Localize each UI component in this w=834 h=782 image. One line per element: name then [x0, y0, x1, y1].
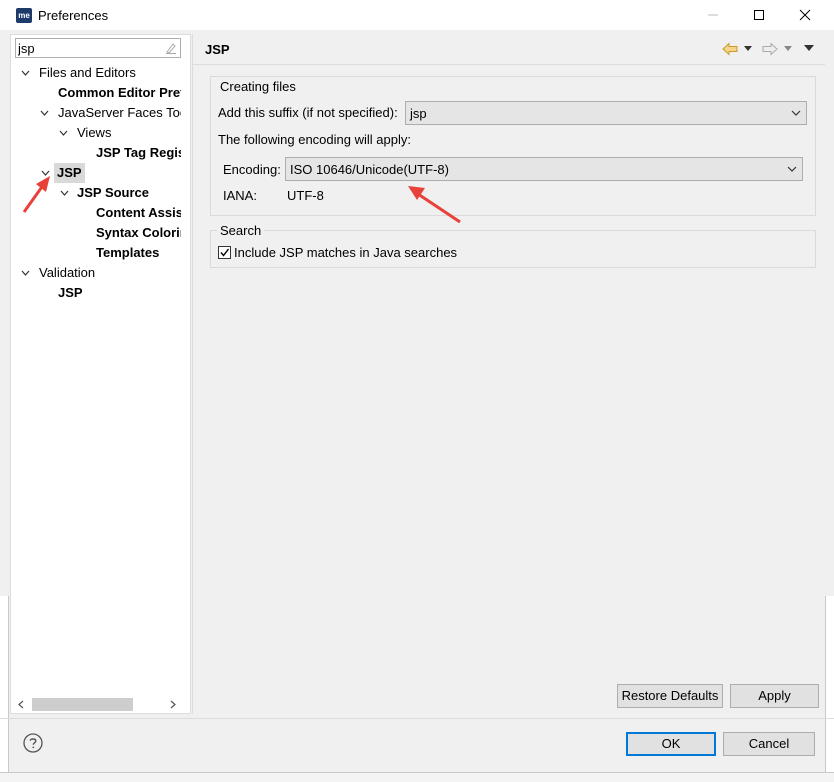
suffix-label: Add this suffix (if not specified): — [218, 105, 398, 120]
tree-item-label: Common Editor Pref — [58, 85, 181, 100]
minimize-button[interactable] — [690, 0, 736, 30]
suffix-dropdown[interactable]: jsp — [405, 101, 807, 125]
cancel-button[interactable]: Cancel — [723, 732, 815, 756]
tree-item-label: Templates — [96, 245, 160, 260]
apply-button[interactable]: Apply — [730, 684, 819, 708]
expanded-arrow-icon[interactable] — [19, 263, 31, 283]
history-navigation — [722, 40, 822, 58]
back-arrow-icon[interactable] — [722, 42, 738, 56]
expanded-arrow-icon[interactable] — [57, 123, 69, 143]
close-icon — [799, 9, 811, 21]
forward-arrow-icon[interactable] — [762, 42, 778, 56]
tree-item-syntax-coloring[interactable]: Syntax Colorin — [11, 223, 181, 243]
filter-input[interactable] — [18, 40, 158, 56]
help-icon[interactable] — [23, 733, 43, 753]
header-divider — [193, 64, 825, 65]
tree-item-label: Views — [77, 125, 112, 140]
tree-item-jsp-source[interactable]: JSP Source — [11, 183, 181, 203]
tree-item-label: JSP Source — [77, 185, 150, 200]
page-title: JSP — [205, 42, 230, 57]
chevron-down-icon — [787, 166, 797, 172]
expanded-arrow-icon[interactable] — [19, 63, 31, 83]
forward-dropdown-icon[interactable] — [784, 46, 792, 52]
tree-item-templates[interactable]: Templates — [11, 243, 181, 263]
tree-item-views[interactable]: Views — [11, 123, 181, 143]
view-menu-icon[interactable] — [804, 45, 814, 52]
tree-item-jsp-tag-registry[interactable]: JSP Tag Regis — [11, 143, 181, 163]
tree-item-label: JSP — [54, 163, 85, 183]
expanded-arrow-icon[interactable] — [38, 103, 50, 123]
include-jsp-checkbox[interactable] — [218, 246, 231, 259]
tree-item-label: Content Assis — [96, 205, 181, 220]
group-title: Creating files — [217, 79, 299, 94]
tree-item-jsp[interactable]: JSP — [11, 163, 181, 183]
footer-divider — [0, 718, 834, 719]
expanded-arrow-icon[interactable] — [58, 183, 70, 203]
background-window-edge — [825, 596, 834, 776]
iana-value: UTF-8 — [287, 188, 324, 203]
close-button[interactable] — [782, 0, 828, 30]
app-logo-icon: me — [16, 8, 32, 23]
encoding-dropdown[interactable]: ISO 10646/Unicode(UTF-8) — [285, 157, 803, 181]
preference-tree: Files and Editors Common Editor Pref Jav… — [11, 62, 181, 312]
group-title: Search — [217, 223, 265, 238]
window-title: Preferences — [38, 8, 109, 23]
tree-item-validation[interactable]: Validation — [11, 263, 181, 283]
chevron-down-icon — [791, 110, 801, 116]
tree-item-label: JSP Tag Regis — [96, 145, 181, 160]
tree-item-content-assist[interactable]: Content Assis — [11, 203, 181, 223]
encoding-label: Encoding: — [223, 162, 281, 177]
background-window-edge-left — [0, 596, 9, 772]
tree-item-label: JSP — [58, 285, 83, 300]
tree-item-validation-jsp[interactable]: JSP — [11, 283, 181, 303]
include-jsp-label: Include JSP matches in Java searches — [234, 245, 458, 260]
scrollbar-thumb[interactable] — [32, 698, 133, 711]
clear-filter-icon[interactable] — [164, 41, 178, 55]
iana-label: IANA: — [223, 188, 257, 203]
tree-item-label: JavaServer Faces Too — [58, 105, 181, 120]
restore-defaults-button[interactable]: Restore Defaults — [617, 684, 723, 708]
encoding-note: The following encoding will apply: — [218, 132, 411, 147]
tree-item-label: Validation — [39, 265, 96, 280]
tree-item-common-editor[interactable]: Common Editor Pref — [11, 83, 181, 103]
maximize-icon — [754, 10, 764, 20]
back-dropdown-icon[interactable] — [744, 46, 752, 52]
tree-item-label: Files and Editors — [39, 65, 136, 80]
encoding-value: ISO 10646/Unicode(UTF-8) — [290, 162, 449, 177]
scroll-right-icon[interactable] — [169, 700, 177, 709]
minimize-icon — [708, 14, 718, 16]
tree-item-javaserver-faces[interactable]: JavaServer Faces Too — [11, 103, 181, 123]
filter-box[interactable] — [15, 38, 181, 58]
ok-button[interactable]: OK — [626, 732, 716, 756]
suffix-value: jsp — [410, 106, 427, 121]
scroll-left-icon[interactable] — [17, 700, 25, 709]
maximize-button[interactable] — [736, 0, 782, 30]
expanded-arrow-icon[interactable] — [39, 163, 51, 183]
tree-item-label: Syntax Colorin — [96, 225, 181, 240]
checkmark-icon — [220, 248, 230, 257]
tree-item-files-and-editors[interactable]: Files and Editors — [11, 63, 181, 83]
